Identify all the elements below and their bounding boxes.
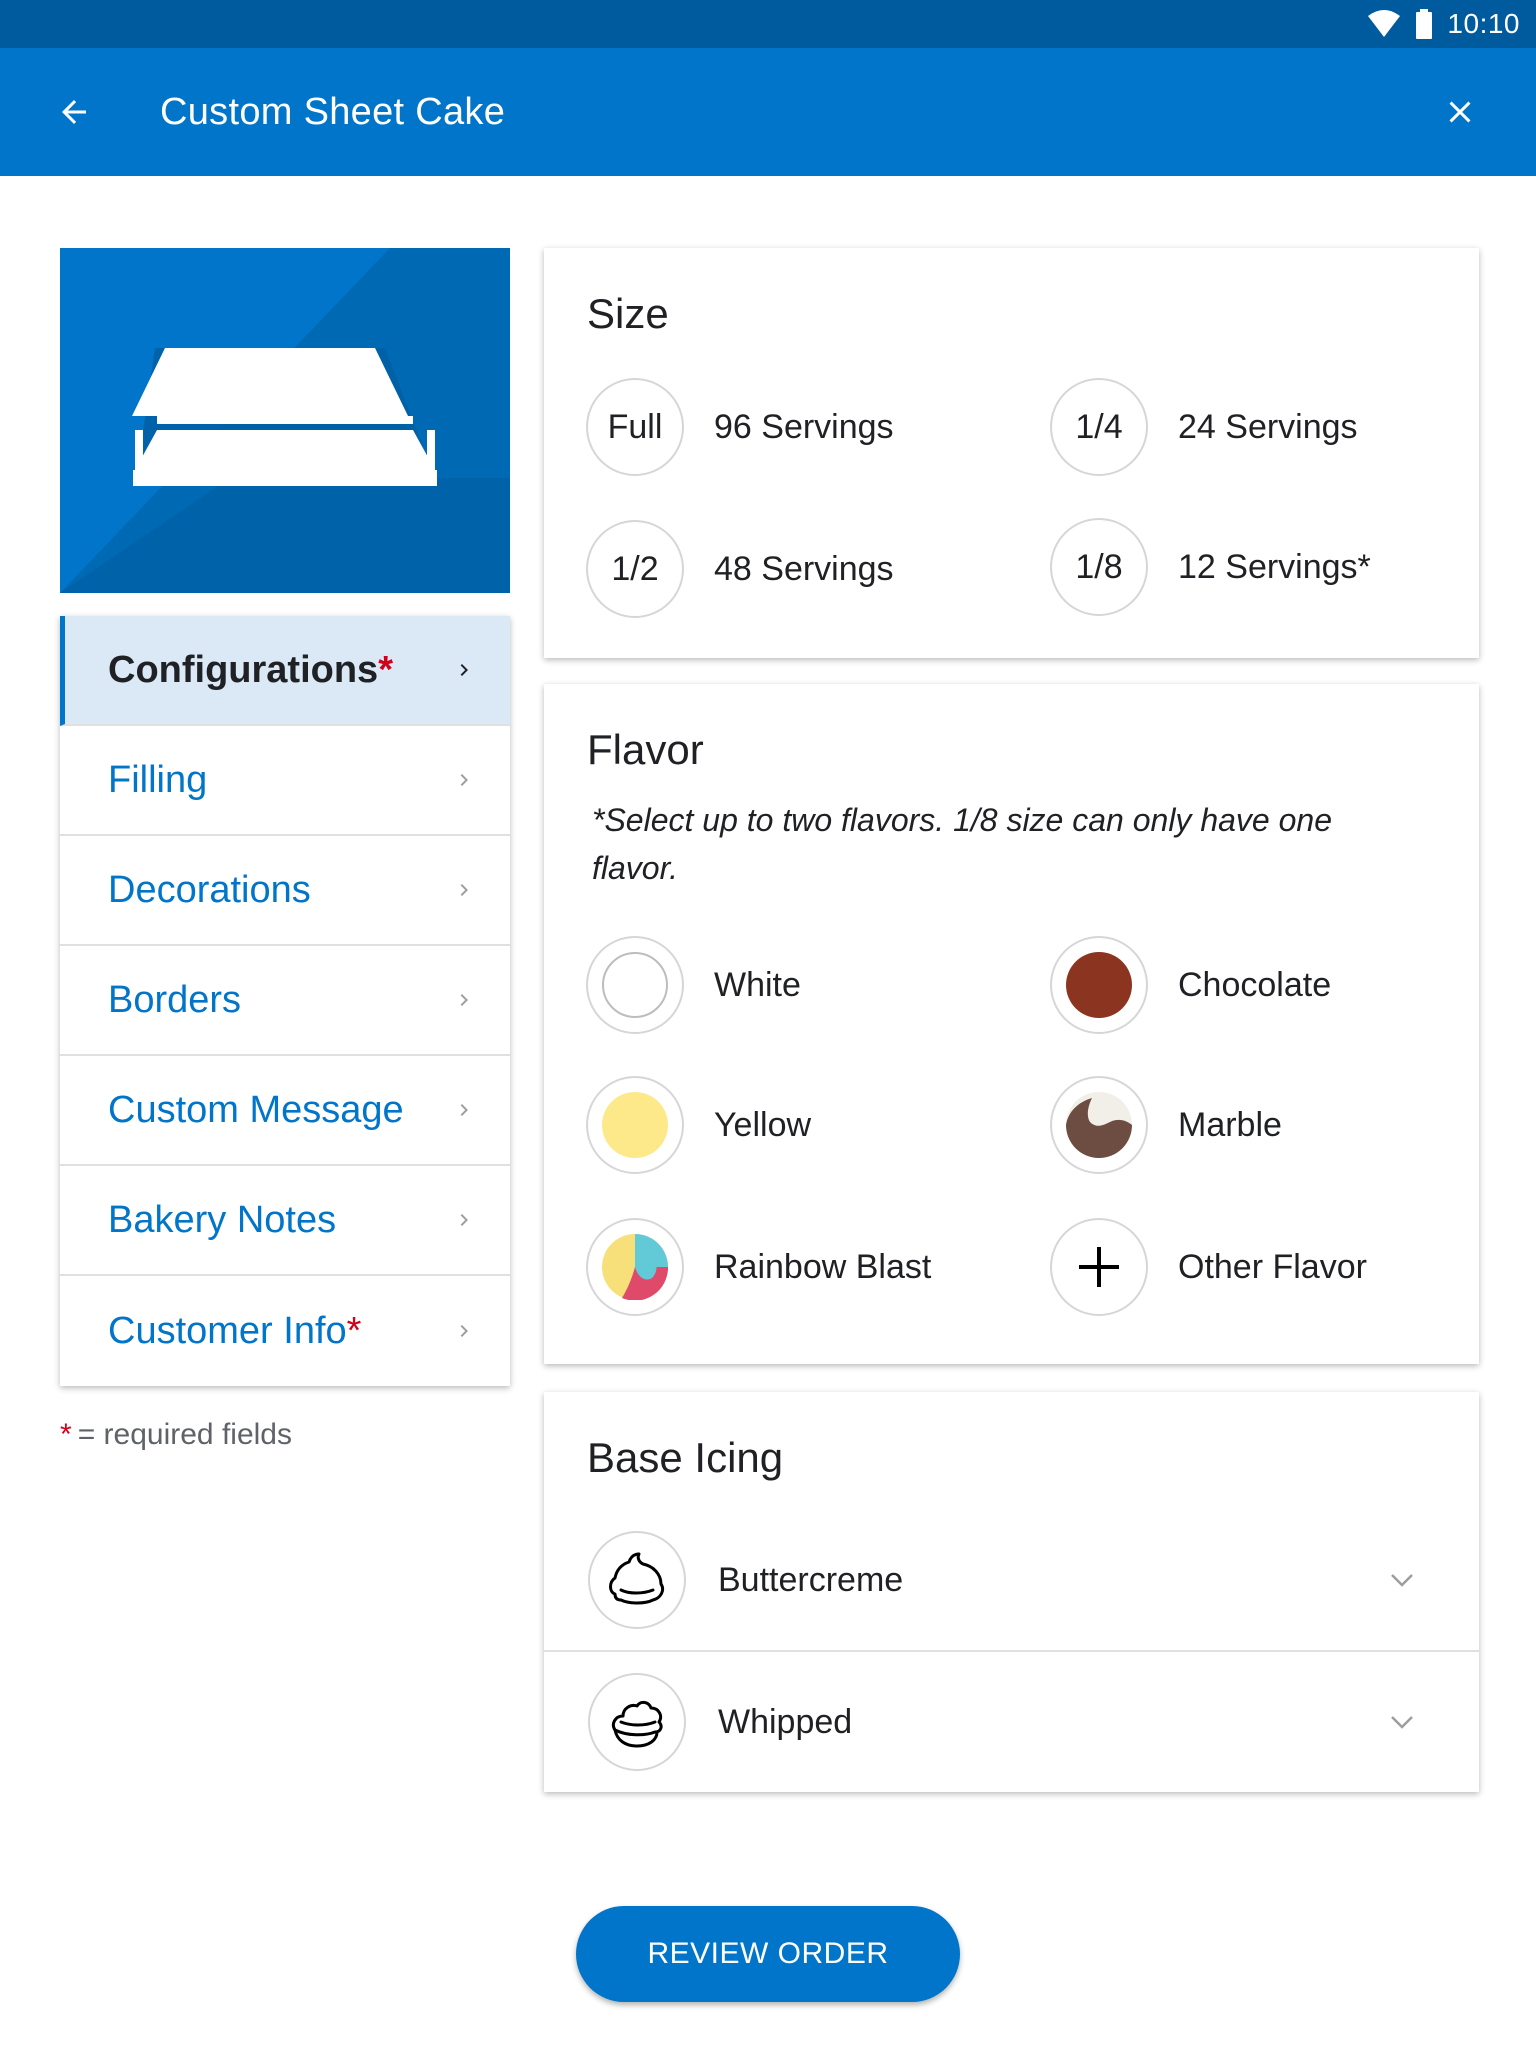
nav-item-customer-info[interactable]: Customer Info*: [60, 1276, 510, 1386]
chevron-down-icon: [1391, 1716, 1413, 1729]
flavor-label: White: [714, 965, 801, 1004]
base-icing-card: Base Icing Buttercreme Whipped: [544, 1392, 1479, 1792]
nav-label: Custom Message: [108, 1088, 404, 1131]
size-badge: 1/8: [1050, 518, 1148, 616]
buttercreme-icon: [609, 1552, 665, 1605]
chevron-right-icon: [460, 1104, 468, 1116]
chevron-right-icon: [460, 884, 468, 896]
chocolate-swatch-icon: [1066, 952, 1132, 1018]
base-icing-title: Base Icing: [587, 1434, 784, 1481]
size-title: Size: [587, 290, 669, 337]
swatch-frame: [1050, 936, 1148, 1034]
swatch-frame: [1050, 1218, 1148, 1316]
arrow-back-icon: [62, 100, 86, 124]
chevron-right-icon: [460, 664, 468, 676]
flavor-label: Yellow: [714, 1105, 812, 1144]
nav-label: Borders: [108, 978, 242, 1021]
battery-icon: [1416, 9, 1433, 39]
flavor-title: Flavor: [587, 726, 704, 773]
nav-label: Bakery Notes: [108, 1198, 337, 1241]
review-order-button[interactable]: REVIEW ORDER: [576, 1906, 960, 2002]
swatch-frame: [586, 1076, 684, 1174]
swatch-frame: [1050, 1076, 1148, 1174]
nav-item-borders[interactable]: Borders: [60, 946, 510, 1056]
chevron-down-icon: [1391, 1574, 1413, 1587]
size-option-full[interactable]: Full 96 Servings: [586, 378, 894, 476]
nav-item-custom-message[interactable]: Custom Message: [60, 1056, 510, 1166]
flavor-card: Flavor *Select up to two flavors. 1/8 si…: [544, 684, 1479, 1364]
flavor-option-yellow[interactable]: Yellow: [586, 1076, 811, 1174]
nav-label: Configurations*: [108, 648, 393, 691]
size-badge: 1/2: [586, 520, 684, 618]
flavor-option-marble[interactable]: Marble: [1050, 1076, 1282, 1174]
back-button[interactable]: [46, 84, 102, 140]
yellow-swatch-icon: [602, 1092, 668, 1158]
wifi-icon: [1368, 10, 1401, 37]
required-fields-note: * = required fields: [60, 1418, 292, 1451]
size-label: 96 Servings: [714, 407, 894, 446]
white-swatch-icon: [602, 952, 668, 1018]
icon-frame: [588, 1673, 686, 1771]
swatch-frame: [586, 1218, 684, 1316]
status-indicators: 10:10: [1367, 8, 1520, 40]
icing-label: Whipped: [718, 1702, 853, 1741]
flavor-option-other[interactable]: Other Flavor: [1050, 1218, 1367, 1316]
whipped-icon: [611, 1700, 663, 1748]
icing-option-buttercreme[interactable]: Buttercreme: [544, 1510, 1479, 1650]
close-icon: [1449, 101, 1471, 123]
size-option-half[interactable]: 1/2 48 Servings: [586, 520, 894, 618]
sheet-cake-icon: [60, 248, 510, 593]
nav-label: Filling: [108, 758, 208, 801]
size-label: 12 Servings*: [1178, 547, 1371, 586]
status-bar: 10:10: [0, 0, 1536, 48]
app-bar: Custom Sheet Cake: [0, 48, 1536, 176]
chevron-right-icon: [460, 774, 468, 786]
swatch-frame: [586, 936, 684, 1034]
chevron-right-icon: [460, 1325, 468, 1337]
page-title: Custom Sheet Cake: [160, 91, 506, 133]
status-time: 10:10: [1447, 8, 1520, 39]
chevron-right-icon: [460, 994, 468, 1006]
flavor-label: Marble: [1178, 1105, 1282, 1144]
nav-label: Decorations: [108, 868, 311, 911]
nav-item-bakery-notes[interactable]: Bakery Notes: [60, 1166, 510, 1276]
flavor-note: *Select up to two flavors. 1/8 size can …: [592, 802, 1332, 886]
nav-item-filling[interactable]: Filling: [60, 726, 510, 836]
flavor-label: Rainbow Blast: [714, 1247, 932, 1286]
icing-label: Buttercreme: [718, 1560, 904, 1599]
flavor-option-chocolate[interactable]: Chocolate: [1050, 936, 1331, 1034]
nav-item-decorations[interactable]: Decorations: [60, 836, 510, 946]
nav-label: Customer Info*: [108, 1309, 362, 1352]
size-label: 24 Servings: [1178, 407, 1358, 446]
nav-item-configurations[interactable]: Configurations*: [60, 616, 510, 726]
marble-swatch-icon: [1066, 1092, 1132, 1158]
size-badge: 1/4: [1050, 378, 1148, 476]
size-label: 48 Servings: [714, 549, 894, 588]
side-nav: Configurations* Filling Decorations Bord…: [60, 616, 510, 1386]
chevron-right-icon: [460, 1214, 468, 1226]
icing-option-whipped[interactable]: Whipped: [544, 1652, 1479, 1792]
size-option-quarter[interactable]: 1/4 24 Servings: [1050, 378, 1358, 476]
flavor-label: Other Flavor: [1178, 1247, 1367, 1286]
rainbow-swatch-icon: [602, 1234, 668, 1300]
flavor-option-rainbow-blast[interactable]: Rainbow Blast: [586, 1218, 931, 1316]
plus-icon: [1079, 1247, 1119, 1287]
flavor-label: Chocolate: [1178, 965, 1332, 1004]
size-option-eighth[interactable]: 1/8 12 Servings*: [1050, 518, 1371, 616]
close-button[interactable]: [1432, 84, 1488, 140]
icon-frame: [588, 1531, 686, 1629]
size-badge: Full: [586, 378, 684, 476]
sheet-cake-hero: [60, 248, 510, 593]
flavor-option-white[interactable]: White: [586, 936, 801, 1034]
size-card: Size Full 96 Servings 1/4 24 Servings 1/…: [544, 248, 1479, 658]
